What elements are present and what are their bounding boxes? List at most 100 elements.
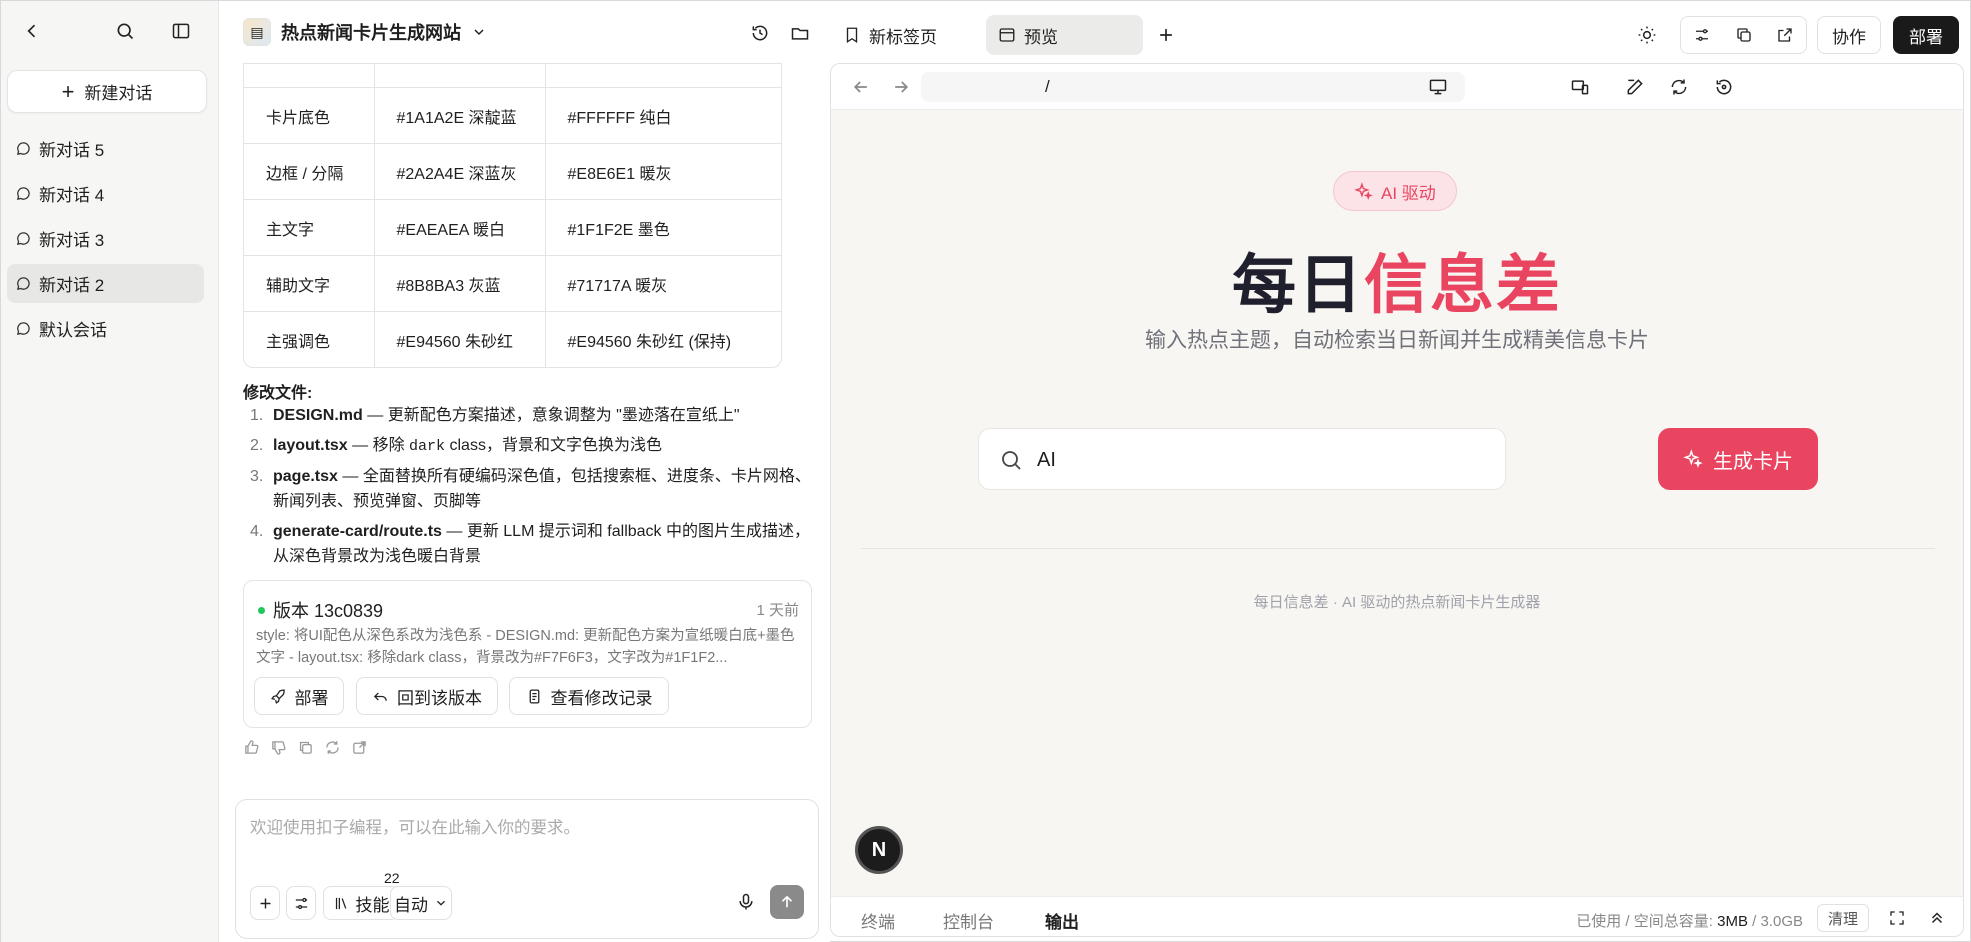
undo-icon	[373, 692, 387, 701]
table-cell: #EAEAEA 暖白	[373, 199, 546, 256]
table-row: 辅助文字 #8B8BA3 灰蓝 #71717A 暖灰	[244, 255, 781, 312]
list-item: 2. layout.tsx — 移除 dark class，背景和文字色换为浅色	[250, 437, 662, 455]
chat-bubble-icon	[16, 232, 30, 246]
table-cell: 边框 / 分隔	[244, 143, 375, 200]
conversation-label: 新对话 4	[39, 186, 105, 205]
library-icon	[335, 897, 346, 909]
sparkle-icon	[1683, 449, 1703, 468]
chevron-down-icon	[474, 29, 484, 36]
table-cell: #FFFFFF 纯白	[544, 87, 781, 144]
thumbs-down-icon[interactable]	[270, 739, 287, 756]
table-cell: 辅助文字	[244, 255, 375, 312]
view-changes-button[interactable]: 查看修改记录	[509, 677, 669, 715]
history-icon[interactable]	[744, 17, 776, 49]
tab-label: 新标签页	[869, 27, 937, 47]
attach-button[interactable]	[250, 886, 280, 920]
list-item: 3. page.tsx — 全面替换所有硬编码深色值，包括搜索框、进度条、卡片网…	[250, 468, 811, 510]
chat-bubble-icon	[16, 277, 30, 291]
topic-search-input[interactable]	[1037, 443, 1487, 477]
clean-button[interactable]: 清理	[1817, 904, 1869, 932]
project-icon: ▤	[243, 18, 271, 46]
inline-code: dark	[409, 438, 446, 455]
collapse-up-icon[interactable]	[1925, 906, 1949, 930]
browser-window-icon	[999, 28, 1015, 42]
external-link-icon[interactable]	[1764, 17, 1806, 53]
table-cell: #1A1A2E 深靛蓝	[373, 87, 546, 144]
sparkle-icon	[1354, 181, 1373, 200]
nav-forward-icon[interactable]	[889, 75, 913, 99]
theme-sun-icon[interactable]	[1631, 19, 1663, 51]
revert-version-button[interactable]: 回到该版本	[356, 677, 498, 715]
copy-icon[interactable]	[297, 739, 314, 756]
restart-icon[interactable]	[1712, 75, 1736, 99]
storage-usage: 已使用 / 空间总容量: 3MB / 3.0GB	[1576, 913, 1803, 930]
version-card: 版本 13c0839 1 天前 style: 将UI配色从深色系改为浅色系 - …	[243, 580, 812, 728]
skills-button[interactable]: 技能	[323, 886, 399, 920]
desktop-view-icon[interactable]	[1426, 75, 1450, 99]
add-tab-icon[interactable]	[1150, 19, 1182, 51]
conversation-item[interactable]: 新对话 4	[7, 174, 204, 213]
project-selector[interactable]: ▤ 热点新闻卡片生成网站	[243, 18, 487, 46]
new-chat-button[interactable]: + 新建对话	[7, 70, 207, 113]
collab-label: 协作	[1832, 27, 1866, 47]
document-icon	[529, 688, 539, 704]
copy-icon[interactable]	[1723, 17, 1765, 53]
deploy-button[interactable]: 部署	[1893, 16, 1959, 54]
sidebar: + 新建对话 新对话 5 新对话 4 新对话 3 新对话 2 默认会话	[1, 1, 219, 942]
project-name: 热点新闻卡片生成网站	[281, 23, 461, 43]
conversation-label: 新对话 3	[39, 231, 105, 250]
conversation-item[interactable]: 默认会话	[7, 309, 204, 348]
tab-console[interactable]: 控制台	[943, 908, 994, 933]
chat-bubble-icon	[16, 187, 30, 201]
nextjs-devtools-badge[interactable]: N	[855, 826, 903, 874]
nav-back-icon[interactable]	[849, 75, 873, 99]
generate-card-button[interactable]: 生成卡片	[1658, 428, 1818, 490]
chat-panel: 卡片底色 #1A1A2E 深靛蓝 #FFFFFF 纯白 边框 / 分隔 #2A2…	[219, 63, 830, 942]
file-name: page.tsx	[273, 468, 338, 485]
settings-sliders-icon[interactable]	[1681, 17, 1723, 53]
mode-select[interactable]: 自动	[390, 886, 452, 920]
conversation-item[interactable]: 新对话 5	[7, 129, 204, 168]
version-deploy-button[interactable]: 部署	[254, 677, 344, 715]
table-cell: #E94560 朱砂红	[373, 311, 546, 367]
conversation-label: 新对话 2	[39, 276, 105, 295]
tab-terminal[interactable]: 终端	[861, 908, 895, 933]
divider	[861, 548, 1935, 549]
conversation-item[interactable]: 新对话 3	[7, 219, 204, 258]
chat-bubble-icon	[16, 322, 30, 336]
prompt-input[interactable]	[250, 814, 805, 864]
sidebar-toggle-icon[interactable]	[165, 15, 197, 47]
table-cell: 主文字	[244, 199, 375, 256]
arrow-up-icon	[781, 895, 793, 908]
thumbs-up-icon[interactable]	[243, 739, 260, 756]
search-icon[interactable]	[109, 15, 141, 47]
table-cell: #E8E6E1 暖灰	[544, 143, 781, 200]
folder-icon[interactable]	[784, 17, 816, 49]
preview-footer: 每日信息差 · AI 驱动的热点新闻卡片生成器	[1253, 594, 1541, 611]
plus-icon: +	[61, 78, 75, 104]
conversation-item-active[interactable]: 新对话 2	[7, 264, 204, 303]
share-icon[interactable]	[351, 739, 368, 756]
plus-icon	[260, 898, 270, 908]
table-cell: #2A2A4E 深蓝灰	[373, 143, 546, 200]
back-icon[interactable]	[16, 15, 48, 47]
collab-button[interactable]: 协作	[1817, 16, 1881, 54]
address-bar[interactable]: /	[921, 72, 1465, 102]
fullscreen-icon[interactable]	[1885, 906, 1909, 930]
edit-icon[interactable]	[1623, 75, 1647, 99]
table-cell: #71717A 暖灰	[544, 255, 781, 312]
table-cell: #1F1F2E 墨色	[544, 199, 781, 256]
microphone-icon[interactable]	[734, 890, 758, 914]
tab-label: 预览	[1024, 27, 1058, 47]
preview-bottom-bar: 终端 控制台 输出 已使用 / 空间总容量: 3MB / 3.0GB 清理	[831, 896, 1963, 936]
options-button[interactable]	[286, 886, 316, 920]
version-time: 1 天前	[756, 602, 799, 619]
tab-output[interactable]: 输出	[1045, 908, 1079, 933]
reload-icon[interactable]	[1667, 75, 1691, 99]
send-button[interactable]	[770, 885, 804, 919]
tab-new-tab[interactable]: 新标签页	[831, 15, 949, 55]
tab-preview[interactable]: 预览	[986, 15, 1143, 55]
refresh-icon[interactable]	[324, 739, 341, 756]
status-dot	[258, 606, 265, 614]
responsive-view-icon[interactable]	[1568, 75, 1592, 99]
